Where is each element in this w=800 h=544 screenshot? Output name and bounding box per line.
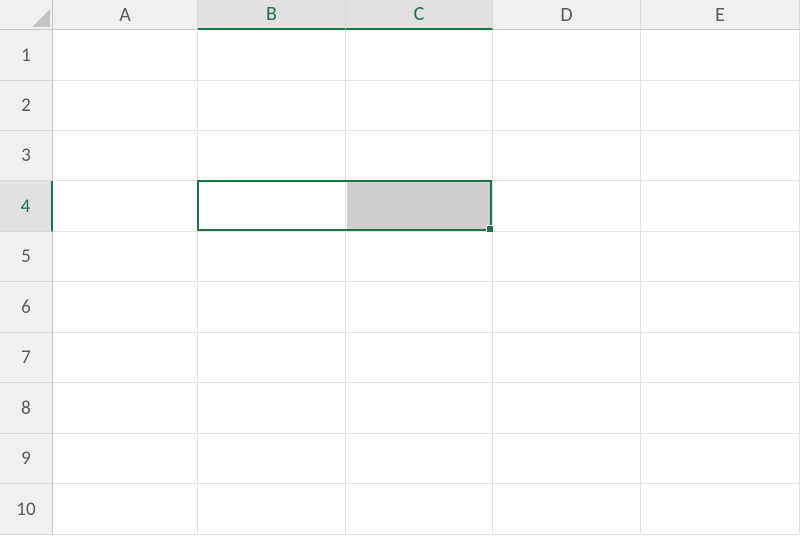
row-header-label: 5 — [21, 245, 31, 268]
cell-D8[interactable] — [493, 383, 641, 434]
cell-E2[interactable] — [641, 81, 800, 131]
column-header-label: E — [715, 3, 725, 27]
cell-C2[interactable] — [346, 81, 493, 131]
select-all-corner[interactable] — [0, 0, 53, 30]
cell-D10[interactable] — [493, 484, 641, 535]
cell-C4[interactable] — [346, 181, 493, 232]
cell-E4[interactable] — [641, 181, 800, 232]
cell-C6[interactable] — [346, 282, 493, 333]
cell-E7[interactable] — [641, 333, 800, 383]
cell-B4[interactable] — [198, 181, 346, 232]
cell-B6[interactable] — [198, 282, 346, 333]
cell-C1[interactable] — [346, 30, 493, 81]
row-header-label: 1 — [21, 44, 31, 67]
row-header-6[interactable]: 6 — [0, 282, 53, 333]
cell-D4[interactable] — [493, 181, 641, 232]
cell-B5[interactable] — [198, 232, 346, 282]
cell-E8[interactable] — [641, 383, 800, 434]
row-header-label: 6 — [21, 296, 31, 319]
row-header-1[interactable]: 1 — [0, 30, 53, 81]
row-header-8[interactable]: 8 — [0, 383, 53, 434]
cell-E5[interactable] — [641, 232, 800, 282]
cell-A9[interactable] — [53, 434, 198, 484]
cell-C7[interactable] — [346, 333, 493, 383]
cell-A10[interactable] — [53, 484, 198, 535]
row-header-5[interactable]: 5 — [0, 232, 53, 282]
cell-A8[interactable] — [53, 383, 198, 434]
column-header-A[interactable]: A — [53, 0, 198, 30]
row-header-3[interactable]: 3 — [0, 131, 53, 181]
column-header-label: D — [560, 3, 572, 27]
cell-C9[interactable] — [346, 434, 493, 484]
cell-B9[interactable] — [198, 434, 346, 484]
row-header-label: 7 — [21, 346, 31, 369]
cell-D1[interactable] — [493, 30, 641, 81]
cell-B7[interactable] — [198, 333, 346, 383]
cell-E9[interactable] — [641, 434, 800, 484]
cell-C3[interactable] — [346, 131, 493, 181]
cell-A6[interactable] — [53, 282, 198, 333]
row-header-label: 8 — [21, 397, 31, 420]
cell-B2[interactable] — [198, 81, 346, 131]
cell-B8[interactable] — [198, 383, 346, 434]
row-header-7[interactable]: 7 — [0, 333, 53, 383]
cell-A7[interactable] — [53, 333, 198, 383]
row-header-label: 4 — [21, 195, 31, 218]
cell-D2[interactable] — [493, 81, 641, 131]
cell-D6[interactable] — [493, 282, 641, 333]
cell-C10[interactable] — [346, 484, 493, 535]
cell-D5[interactable] — [493, 232, 641, 282]
cell-E10[interactable] — [641, 484, 800, 535]
cell-D3[interactable] — [493, 131, 641, 181]
cell-A4[interactable] — [53, 181, 198, 232]
column-header-label: B — [266, 2, 277, 26]
row-header-9[interactable]: 9 — [0, 434, 53, 484]
spreadsheet-grid[interactable]: A B C D E 1 2 3 4 5 6 7 8 9 10 — [0, 0, 800, 544]
column-header-label: A — [119, 3, 131, 27]
row-header-label: 10 — [16, 498, 35, 521]
cell-A5[interactable] — [53, 232, 198, 282]
column-header-D[interactable]: D — [493, 0, 641, 30]
cell-E6[interactable] — [641, 282, 800, 333]
row-header-label: 2 — [21, 94, 31, 117]
cell-D7[interactable] — [493, 333, 641, 383]
cell-A3[interactable] — [53, 131, 198, 181]
cell-C8[interactable] — [346, 383, 493, 434]
select-all-triangle-icon — [32, 9, 50, 27]
cell-A2[interactable] — [53, 81, 198, 131]
row-header-4[interactable]: 4 — [0, 181, 53, 232]
cell-E1[interactable] — [641, 30, 800, 81]
row-header-label: 9 — [21, 447, 31, 470]
column-header-E[interactable]: E — [641, 0, 800, 30]
cell-E3[interactable] — [641, 131, 800, 181]
column-header-C[interactable]: C — [346, 0, 493, 30]
row-header-2[interactable]: 2 — [0, 81, 53, 131]
cell-C5[interactable] — [346, 232, 493, 282]
cell-B1[interactable] — [198, 30, 346, 81]
cell-B3[interactable] — [198, 131, 346, 181]
cell-D9[interactable] — [493, 434, 641, 484]
cell-B10[interactable] — [198, 484, 346, 535]
column-header-label: C — [414, 2, 425, 26]
row-header-label: 3 — [21, 144, 31, 167]
column-header-B[interactable]: B — [198, 0, 346, 30]
cell-A1[interactable] — [53, 30, 198, 81]
row-header-10[interactable]: 10 — [0, 484, 53, 535]
